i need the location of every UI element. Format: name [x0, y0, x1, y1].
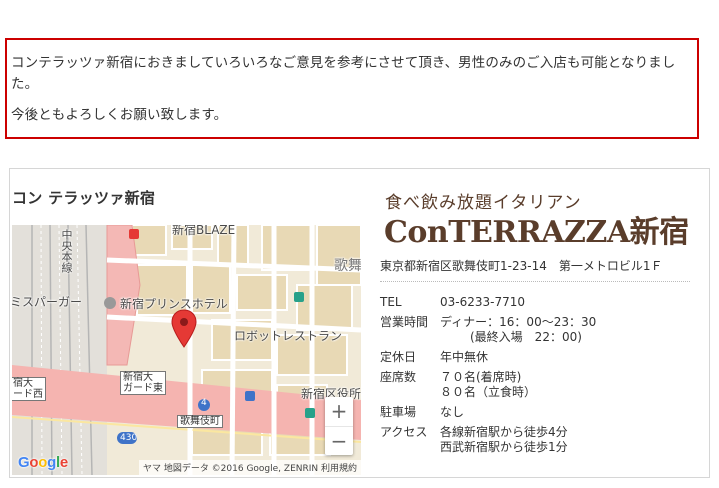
map-label-kabuki: 歌舞 — [334, 258, 361, 274]
detail-row-hours: 営業時間 ディナー：16：00〜23：30 (最終入場 22：00) — [380, 315, 596, 350]
detail-value: ディナー：16：00〜23：30 (最終入場 22：00) — [440, 315, 597, 344]
map-label-hotel: 新宿プリンスホテル — [120, 297, 228, 311]
zoom-in-button[interactable]: + — [325, 397, 353, 426]
map-label-super: ミスパーガー — [12, 295, 83, 309]
notice-box: コンテラッツァ新宿におきましていろいろなご意見を参考にさせて頂き、男性のみのご入… — [5, 38, 699, 139]
detail-row-closed: 定休日 年中無休 — [380, 350, 596, 370]
map-label-gard-west: 宿大 ード西 — [12, 377, 46, 401]
detail-row-tel: TEL 03-6233-7710 — [380, 295, 596, 315]
zoom-out-button[interactable]: − — [325, 426, 353, 455]
map-attribution[interactable]: ヤマ 地図データ ©2016 Google, ZENRIN 利用規約 — [138, 460, 361, 475]
detail-value: ７０名(着席時) ８０名（立食時） — [440, 370, 537, 399]
detail-value: 03-6233-7710 — [440, 295, 526, 309]
map-zoom-control: + − — [325, 397, 353, 455]
detail-value: 年中無休 — [440, 350, 489, 364]
map-label-robot-restaurant: ロボットレストラン — [234, 329, 343, 343]
detail-key: 駐車場 — [380, 405, 417, 419]
detail-key: TEL — [380, 295, 402, 309]
google-map[interactable]: 新宿プリンスホテル ロボットレストラン 新宿BLAZE 歌舞 ミスパーガー 中央… — [12, 225, 361, 475]
detail-key: 定休日 — [380, 350, 417, 364]
detail-value: なし — [440, 405, 465, 419]
shop-address: 東京都新宿区歌舞伎町1-23-14 第一メトロビル1Ｆ — [380, 257, 690, 282]
map-label-chuo-line: 中央本線 — [60, 229, 73, 273]
shop-name-logo: ConTERRAZZA新宿 — [384, 215, 689, 250]
route-4-shield: 4 — [201, 398, 207, 408]
shop-details-table: TEL 03-6233-7710 営業時間 ディナー：16：00〜23：30 (… — [380, 295, 596, 460]
detail-key: 営業時間 — [380, 315, 429, 329]
map-label-blaze: 新宿BLAZE — [172, 225, 236, 237]
detail-key: 座席数 — [380, 370, 417, 384]
google-logo: Google — [18, 454, 68, 471]
map-label-kabukicho: 歌舞伎町 — [177, 415, 223, 428]
notice-line-1: コンテラッツァ新宿におきましていろいろなご意見を参考にさせて頂き、男性のみのご入… — [11, 55, 676, 92]
route-430-shield: 430 — [120, 433, 138, 443]
detail-row-access: アクセス 各線新宿駅から徒歩4分 西武新宿駅から徒歩1分 — [380, 425, 596, 460]
map-title: コン テラッツァ新宿 — [12, 189, 156, 207]
detail-row-seats: 座席数 ７０名(着席時) ８０名（立食時） — [380, 370, 596, 405]
map-label-gard-east: 新宿大 ガード東 — [120, 371, 166, 395]
detail-key: アクセス — [380, 425, 428, 439]
notice-line-2: 今後ともよろしくお願い致します。 — [11, 107, 228, 123]
detail-row-parking: 駐車場 なし — [380, 405, 596, 425]
shop-info-card: コン テラッツァ新宿 新宿プリンスホテル ロボットレストラン 新宿BLAZE 歌… — [9, 168, 710, 478]
detail-value: 各線新宿駅から徒歩4分 西武新宿駅から徒歩1分 — [440, 425, 568, 454]
